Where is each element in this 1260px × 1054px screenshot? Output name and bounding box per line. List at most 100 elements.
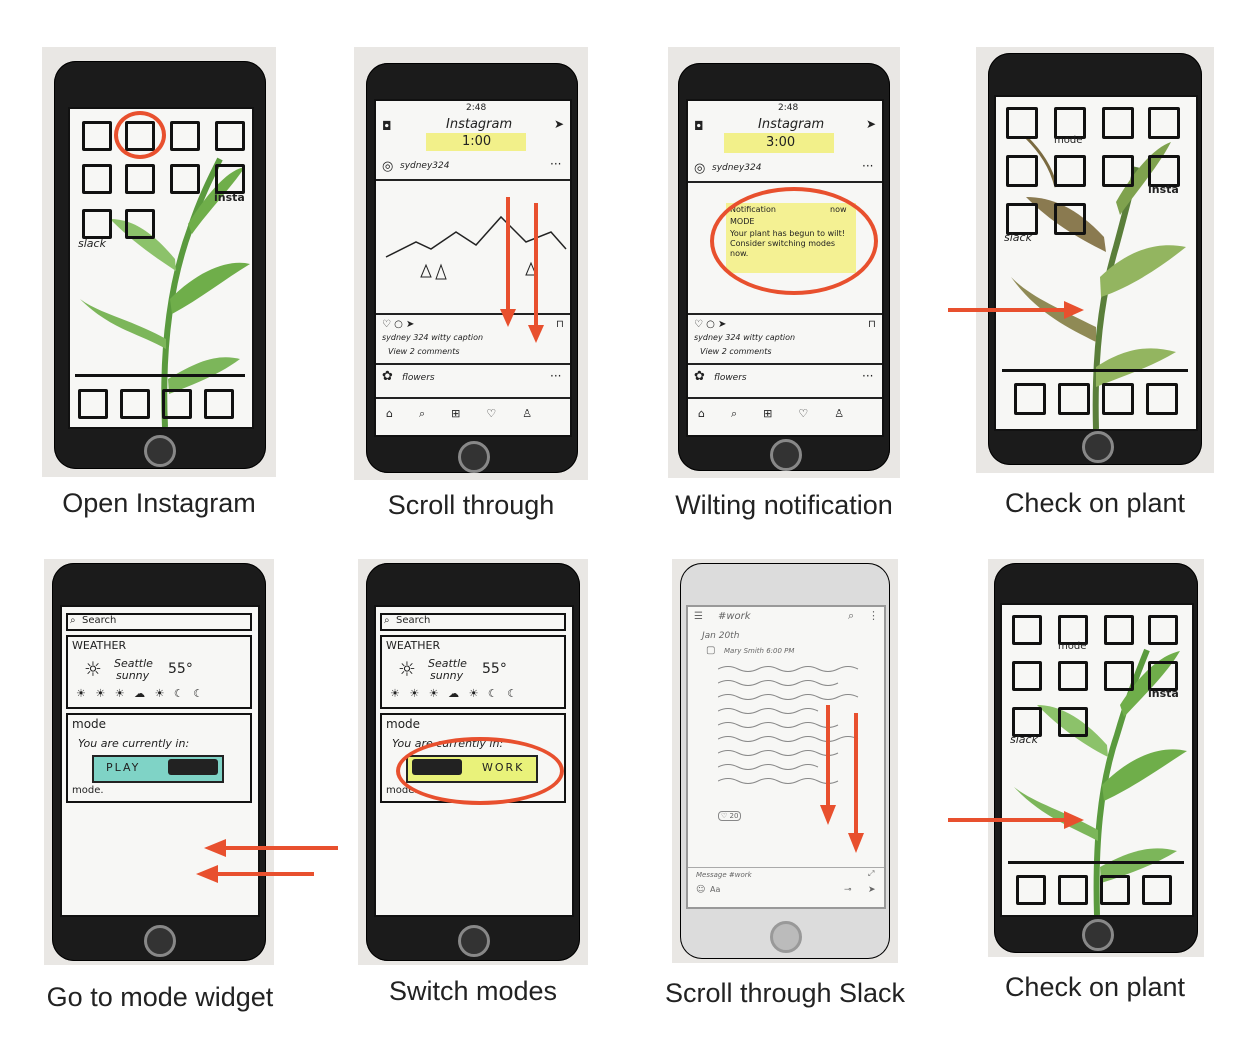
mode-toggle[interactable]: PLAY <box>92 755 224 783</box>
phone: insta slack <box>54 61 266 469</box>
more-icon[interactable]: ··· <box>550 157 561 171</box>
weather-widget[interactable]: WEATHER ☼ Seattle sunny 55° ☀ ☀ ☀ ☁ ☀ ☾ … <box>66 635 252 709</box>
menu-icon[interactable]: ☰ <box>694 611 703 622</box>
app-icon[interactable] <box>1102 107 1134 139</box>
like-icon[interactable]: ♡ ○ ➤ <box>382 319 414 330</box>
post-username[interactable]: sydney324 <box>400 161 449 171</box>
home-button[interactable] <box>1082 431 1114 463</box>
reaction-badge[interactable]: ♡ 20 <box>718 811 742 821</box>
pointer-arrow <box>948 811 1084 829</box>
instagram-app-icon[interactable] <box>215 164 245 194</box>
dock-icon[interactable] <box>204 389 234 419</box>
mode-status-text: You are currently in: <box>78 737 190 750</box>
post-username[interactable]: sydney324 <box>712 163 761 173</box>
app-icon[interactable] <box>1012 615 1042 645</box>
app-icon[interactable] <box>125 164 155 194</box>
app-icon[interactable] <box>1104 661 1134 691</box>
divider <box>688 363 882 365</box>
camera-icon[interactable]: ◘ <box>694 119 704 133</box>
expand-icon[interactable]: ⤢ <box>868 869 874 879</box>
bookmark-icon[interactable]: ⊓ <box>868 319 876 330</box>
search-icon[interactable]: ⌕ <box>848 609 854 623</box>
dock-icon[interactable] <box>1016 875 1046 905</box>
dock-icon[interactable] <box>120 389 150 419</box>
home-button[interactable] <box>1082 919 1114 951</box>
send-icon[interactable]: ➤ <box>868 885 876 895</box>
direct-message-icon[interactable]: ➤ <box>554 117 564 131</box>
search-bar[interactable]: ⌕ Search <box>66 613 252 631</box>
caption-scroll-through: Scroll through <box>387 490 555 520</box>
comments-link[interactable]: View 2 comments <box>388 347 460 356</box>
mode-widget-title: mode <box>72 717 107 731</box>
more-icon[interactable]: ··· <box>550 369 561 383</box>
date-header: Jan 20th <box>702 631 740 641</box>
forecast-icons: ☀ ☀ ☀ ☁ ☀ ☾ ☾ <box>76 687 207 700</box>
app-icon[interactable] <box>1058 707 1088 737</box>
dock-icon[interactable] <box>1102 383 1134 415</box>
dock-icon[interactable] <box>1058 875 1088 905</box>
app-icon[interactable] <box>1148 615 1178 645</box>
dock-icon[interactable] <box>1100 875 1130 905</box>
home-button[interactable] <box>144 435 176 467</box>
app-icon[interactable] <box>125 209 155 239</box>
home-button[interactable] <box>458 441 490 473</box>
attach-icon[interactable]: ⊸ <box>844 885 852 895</box>
dock-icon[interactable] <box>1142 875 1172 905</box>
app-icon[interactable] <box>1006 107 1038 139</box>
app-icon[interactable] <box>1006 155 1038 187</box>
more-icon[interactable]: ⋮ <box>868 609 879 622</box>
comments-link[interactable]: View 2 comments <box>700 347 772 356</box>
weather-widget[interactable]: WEATHER ☼ Seattle sunny 55° ☀ ☀ ☀ ☁ ☀ ☾ … <box>380 635 566 709</box>
search-label: Search <box>396 615 431 626</box>
instagram-screen: 2:48 ◘ Instagram ➤ 3:00 ◎ sydney324 ··· … <box>686 99 884 437</box>
app-icon[interactable] <box>82 121 112 151</box>
emoji-icon[interactable]: ☺ <box>696 885 705 895</box>
home-button[interactable] <box>770 921 802 953</box>
app-icon[interactable] <box>215 121 245 151</box>
dock-icon[interactable] <box>1146 383 1178 415</box>
next-post-username[interactable]: flowers <box>714 373 747 383</box>
more-icon[interactable]: ··· <box>862 369 873 383</box>
app-icon[interactable] <box>1148 107 1180 139</box>
dock-icon[interactable] <box>1014 383 1046 415</box>
home-button[interactable] <box>770 439 802 471</box>
mode-widget[interactable]: mode You are currently in: PLAY mode. <box>66 713 252 803</box>
like-icon[interactable]: ♡ ○ ➤ <box>694 319 726 330</box>
app-icon[interactable] <box>170 164 200 194</box>
divider <box>688 397 882 399</box>
insta-label: insta <box>214 191 245 204</box>
avatar: ✿ <box>382 369 393 384</box>
next-post-username[interactable]: flowers <box>402 373 435 383</box>
app-icon[interactable] <box>1102 155 1134 187</box>
timer-sticky-note: 3:00 <box>724 133 834 153</box>
direct-message-icon[interactable]: ➤ <box>866 117 876 131</box>
caption-scroll-through-slack: Scroll through Slack <box>664 978 906 1008</box>
app-icon[interactable] <box>82 164 112 194</box>
app-icon[interactable] <box>1058 661 1088 691</box>
caption-switch-modes: Switch modes <box>388 976 558 1006</box>
mode-footer: mode. <box>72 785 104 796</box>
dock-icon[interactable] <box>1058 383 1090 415</box>
app-icon[interactable] <box>1104 615 1134 645</box>
app-icon[interactable] <box>170 121 200 151</box>
divider <box>376 397 570 399</box>
app-icon[interactable] <box>1054 203 1086 235</box>
home-button[interactable] <box>458 925 490 957</box>
dock-icon[interactable] <box>78 389 108 419</box>
swipe-left-arrows <box>196 839 338 883</box>
divider <box>376 363 570 365</box>
slack-app-icon[interactable] <box>82 209 112 239</box>
composer-input[interactable]: Message #work <box>696 871 752 879</box>
avatar: ✿ <box>694 369 705 384</box>
more-icon[interactable]: ··· <box>862 159 873 173</box>
tab-bar-icons[interactable]: ⌂⌕⊞♡♙ <box>698 407 870 421</box>
search-bar[interactable]: ⌕ Search <box>380 613 566 631</box>
app-icon[interactable] <box>1012 661 1042 691</box>
bookmark-icon[interactable]: ⊓ <box>556 319 564 330</box>
app-icon[interactable] <box>1054 155 1086 187</box>
dock-icon[interactable] <box>162 389 192 419</box>
toggle-knob[interactable] <box>168 759 218 775</box>
camera-icon[interactable]: ◘ <box>382 119 392 133</box>
home-button[interactable] <box>144 925 176 957</box>
tab-bar-icons[interactable]: ⌂⌕⊞♡♙ <box>386 407 558 421</box>
